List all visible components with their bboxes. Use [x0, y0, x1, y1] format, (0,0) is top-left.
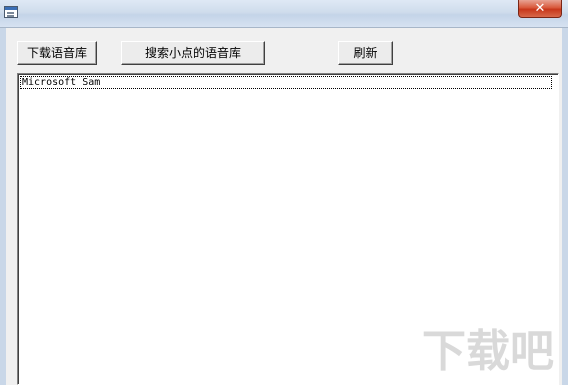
refresh-button[interactable]: 刷新 — [338, 41, 393, 65]
list-item[interactable]: Microsoft Sam — [20, 76, 552, 89]
window-frame-right — [562, 28, 568, 385]
app-window-icon[interactable] — [4, 6, 18, 18]
title-bar[interactable]: ✕ — [0, 0, 568, 28]
close-button[interactable]: ✕ — [518, 0, 562, 18]
watermark-logo: 下载吧 — [422, 326, 554, 377]
search-small-voice-library-button[interactable]: 搜索小点的语音库 — [121, 41, 265, 65]
download-voice-library-button[interactable]: 下载语音库 — [17, 41, 97, 65]
